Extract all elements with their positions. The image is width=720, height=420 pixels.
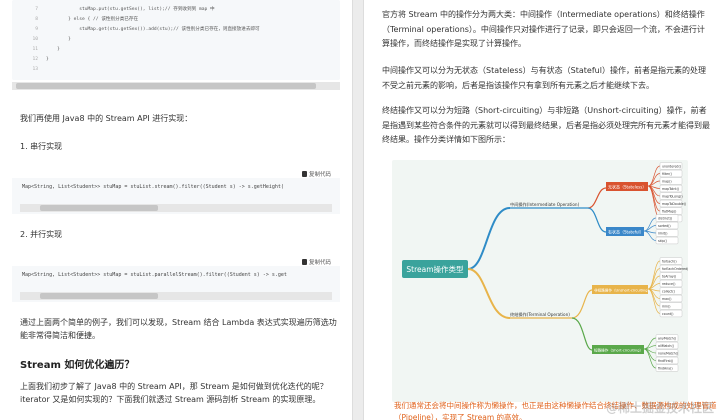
- operation-label: distinct(): [658, 216, 672, 220]
- code-text: stuMap.put(stu.getSex(), list);// 存到收到到 …: [46, 7, 215, 12]
- section-text: 上面我们初步了解了 Java8 中的 Stream API，那 Stream 是…: [20, 382, 328, 404]
- line-number: 9: [35, 27, 38, 32]
- operation-label: count(): [662, 312, 673, 316]
- operation-label: mapToDouble(): [662, 202, 686, 206]
- watermark: @稀土掘金技术社区: [605, 401, 714, 415]
- line-number: 8: [35, 17, 38, 22]
- operation-label: reduce(): [662, 282, 675, 286]
- intro-text: 我们再使用 Java8 中的 Stream API 进行实现：: [20, 114, 193, 123]
- parallel-code-line: Map<String, List<Student>> stuMap = stuL…: [22, 272, 287, 278]
- parallel-title: 2. 并行实现: [20, 230, 63, 239]
- copy-code-button[interactable]: 复制代码: [302, 258, 331, 266]
- operation-label: forEachOrdered(): [662, 267, 688, 271]
- operation-label: flatMap(): [662, 209, 676, 213]
- paragraph-operations: 官方将 Stream 中的操作分为两大类：中间操作（Intermediate o…: [382, 10, 705, 48]
- parallel-code-block: Map<String, List<Student>> stuMap = stuL…: [12, 266, 340, 302]
- code-scrollbar[interactable]: [20, 292, 332, 300]
- operation-label: findAny(): [658, 366, 673, 370]
- root-label: Stream操作类型: [406, 264, 464, 274]
- operation-label: filter(): [662, 172, 672, 176]
- operation-label: limit(): [658, 231, 668, 235]
- svg-text:非短路操作（Unshort-circuiting）: 非短路操作（Unshort-circuiting）: [594, 288, 651, 293]
- code-scrollbar[interactable]: [20, 204, 332, 212]
- paragraph-intermediate: 中间操作又可以分为无状态（Stateless）与有状态（Stateful）操作，…: [382, 66, 706, 90]
- copy-code-button[interactable]: 复制代码: [302, 170, 331, 178]
- left-page: 7 stuMap.put(stu.getSex(), list);// 存到收到…: [0, 0, 352, 420]
- code-block-top: 7 stuMap.put(stu.getSex(), list);// 存到收到…: [12, 0, 340, 80]
- copy-icon: [302, 259, 307, 265]
- intermediate-node: 中间操作(Intermediate Operation): [510, 201, 580, 208]
- operation-label: forEach(): [662, 259, 677, 263]
- operation-label: collect(): [662, 289, 675, 293]
- operation-label: min(): [662, 304, 671, 308]
- operation-label: sorted(): [658, 224, 671, 228]
- operation-label: skip(): [658, 239, 667, 243]
- operation-label: mapToInt(): [662, 187, 679, 191]
- serial-title: 1. 串行实现: [20, 142, 63, 151]
- operation-label: unordered(): [662, 164, 681, 168]
- stream-operations-mindmap: Stream操作类型 中间操作(Intermediate Operation) …: [392, 160, 690, 402]
- code-scrollbar[interactable]: [12, 82, 340, 90]
- operation-label: noneMatch(): [658, 351, 678, 355]
- code-text: stuMap.get(stu.getSex()).add(stu);// 该性别…: [46, 27, 260, 32]
- svg-text:短路操作（Short-circuiting）: 短路操作（Short-circuiting）: [594, 348, 643, 353]
- line-number: 10: [32, 37, 38, 42]
- svg-text:有状态（Stateful）: 有状态（Stateful）: [608, 229, 644, 235]
- line-number: 11: [32, 47, 38, 52]
- right-page: 官方将 Stream 中的操作分为两大类：中间操作（Intermediate o…: [364, 0, 720, 420]
- operation-label: findFirst(): [658, 359, 673, 363]
- line-number: 12: [32, 57, 38, 62]
- code-text: }: [46, 37, 71, 42]
- section-heading: Stream 如何优化遍历？: [20, 360, 135, 371]
- operation-label: max(): [662, 297, 671, 301]
- line-number: 7: [35, 7, 38, 12]
- code-text: }: [46, 57, 49, 62]
- serial-code-line: Map<String, List<Student>> stuMap = stuL…: [22, 184, 284, 190]
- code-text: }: [46, 47, 60, 52]
- svg-text:无状态（Stateless）: 无状态（Stateless）: [608, 184, 646, 190]
- terminal-node: 终结操作(Terminal Operation): [510, 311, 570, 318]
- summary-text: 通过上面两个简单的例子，我们可以发现，Stream 结合 Lambda 表达式实…: [20, 318, 337, 340]
- operation-label: map(): [662, 179, 672, 183]
- copy-icon: [302, 171, 307, 177]
- operation-label: allMatch(): [658, 344, 674, 348]
- operation-label: mapToLong(): [662, 194, 683, 198]
- page-gutter: [352, 0, 364, 420]
- operation-label: anyMatch(): [658, 336, 676, 340]
- paragraph-terminal: 终结操作又可以分为短路（Short-circuiting）与非短路（Unshor…: [382, 106, 710, 144]
- code-text: } else { // 该性别分类已存在: [46, 17, 139, 22]
- line-number: 13: [32, 67, 38, 72]
- mindmap-svg: Stream操作类型 中间操作(Intermediate Operation) …: [402, 162, 690, 372]
- operation-label: toArray(): [662, 274, 676, 278]
- serial-code-block: Map<String, List<Student>> stuMap = stuL…: [12, 178, 340, 214]
